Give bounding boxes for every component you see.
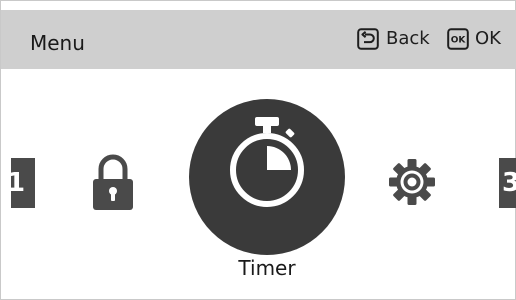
ok-key-icon: OK — [447, 28, 469, 50]
selected-item-label: Timer — [238, 256, 296, 280]
back-arrow-icon — [357, 28, 379, 50]
ok-button[interactable]: OK OK — [447, 28, 501, 50]
next-page-tab[interactable]: 3 — [499, 158, 516, 208]
menu-header: Menu Back OK OK — [1, 10, 516, 69]
timer-menu-item[interactable] — [189, 99, 345, 255]
page-title: Menu — [30, 31, 85, 55]
device-screen: Menu Back OK OK 1 3 Timer — [0, 0, 516, 300]
previous-page-number: 1 — [11, 168, 26, 198]
ok-key-text: OK — [451, 36, 467, 46]
back-label: Back — [386, 28, 430, 49]
previous-page-tab[interactable]: 1 — [11, 158, 35, 208]
back-button[interactable]: Back — [357, 28, 430, 50]
ok-label: OK — [475, 28, 501, 49]
next-page-number: 3 — [502, 168, 516, 198]
lock-icon[interactable] — [93, 154, 133, 210]
gear-icon[interactable] — [388, 158, 436, 206]
